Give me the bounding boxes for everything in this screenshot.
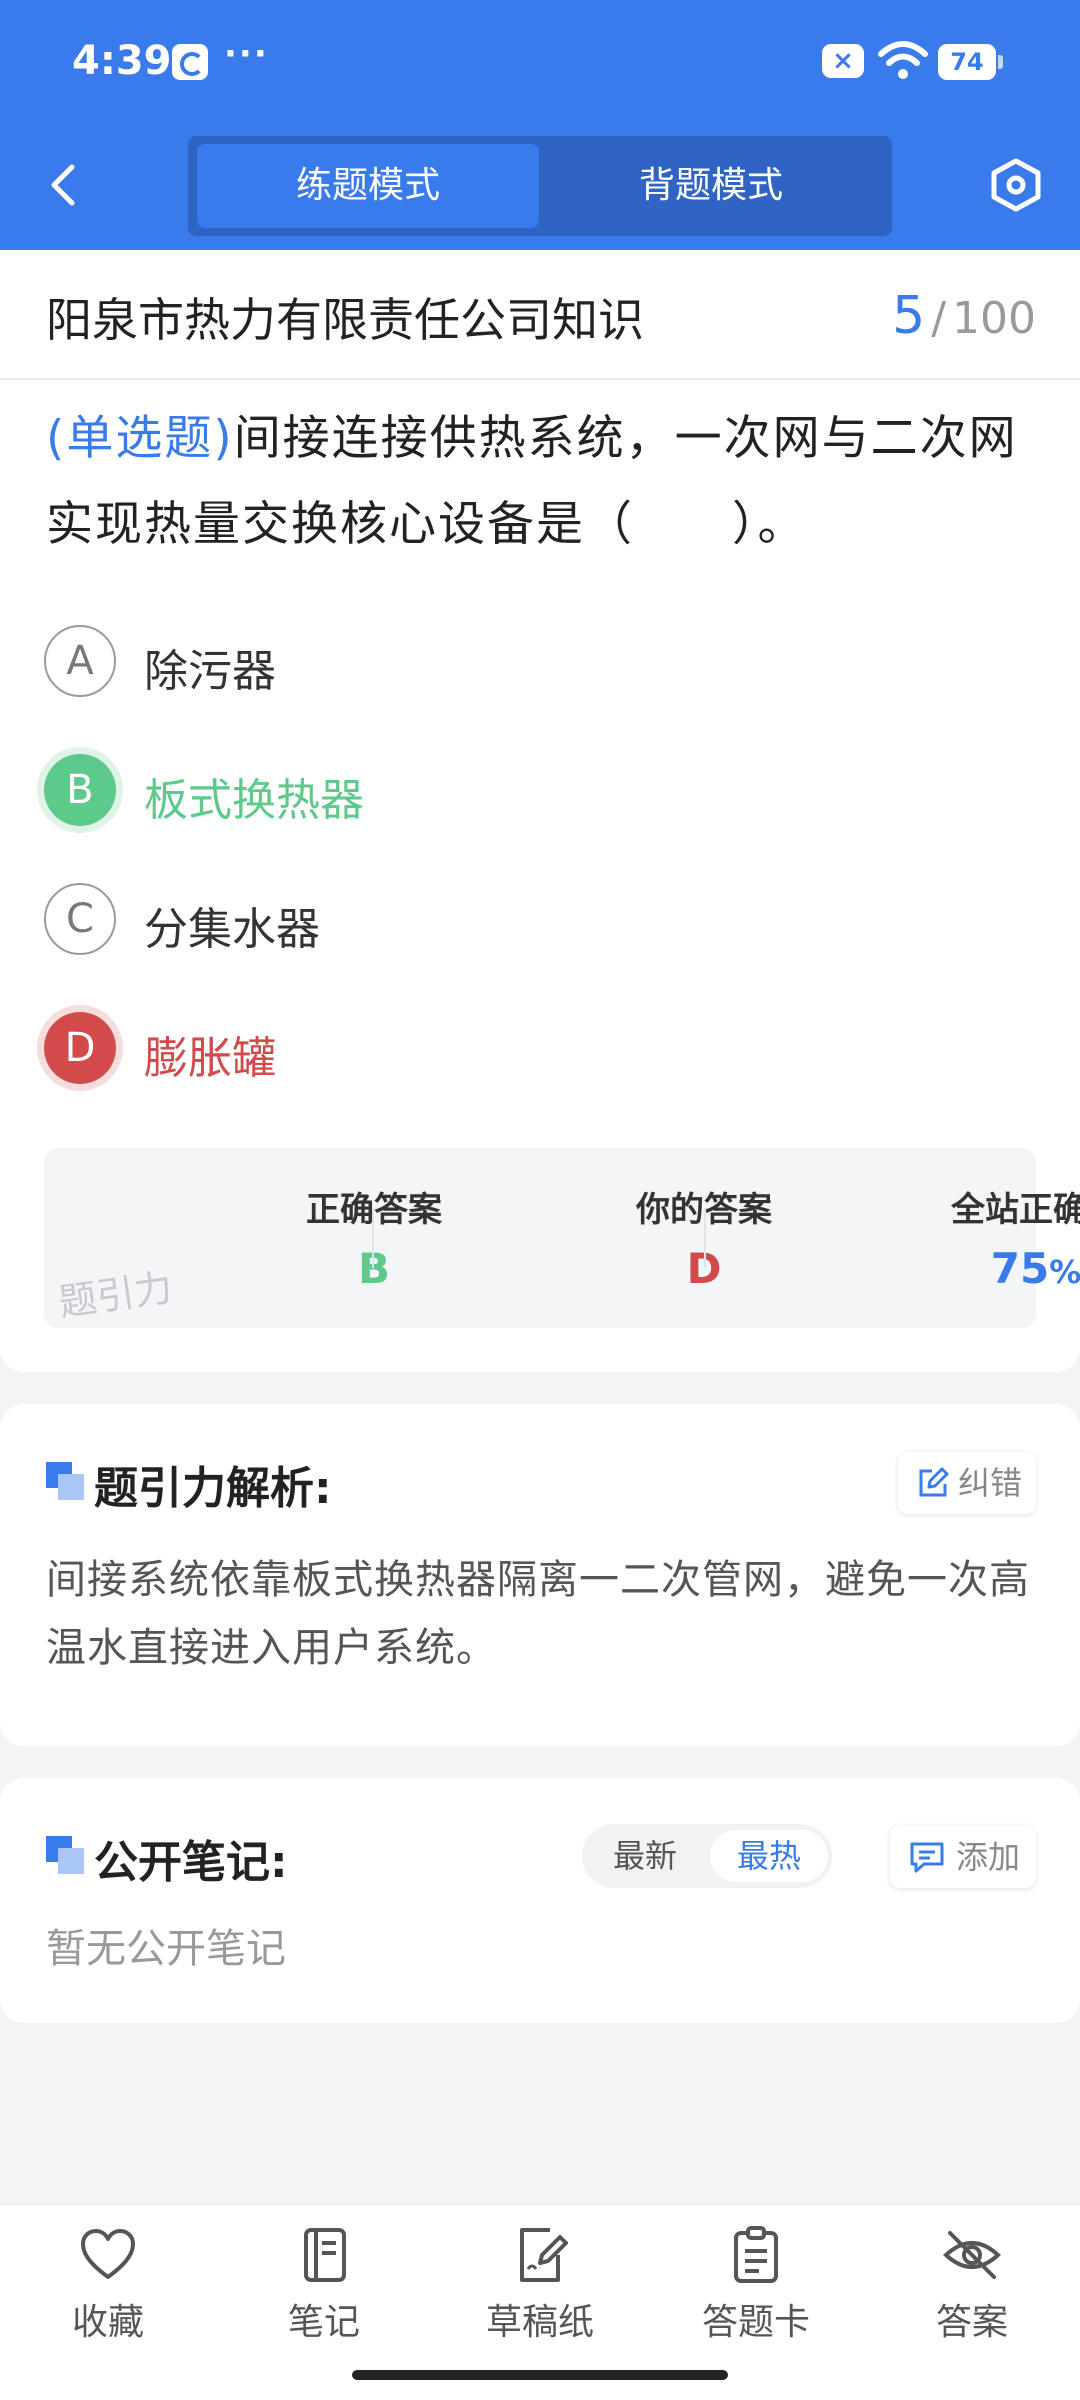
subject-title: 阳泉市热力有限责任公司知识 bbox=[46, 293, 644, 347]
option-letter: D bbox=[44, 1012, 116, 1084]
home-indicator[interactable] bbox=[352, 2370, 728, 2380]
question-progress: 5/100 bbox=[892, 286, 1036, 346]
option-letter: A bbox=[44, 625, 116, 697]
question-text: (单选题)间接连接供热系统，一次网与二次网实现热量交换核心设备是（ ）。 bbox=[46, 396, 1036, 568]
report-error-label: 纠错 bbox=[958, 1464, 1023, 1502]
progress-separator: / bbox=[931, 293, 947, 344]
notes-empty-text: 暂无公开笔记 bbox=[46, 1926, 286, 1972]
battery-icon: 74 bbox=[938, 44, 1003, 80]
eye-off-icon bbox=[943, 2231, 1001, 2279]
add-note-button[interactable]: 添加 bbox=[890, 1826, 1036, 1888]
nav-favorite[interactable]: 收藏 bbox=[28, 2225, 188, 2355]
question-type: (单选题) bbox=[46, 411, 234, 466]
nav-label: 收藏 bbox=[71, 2302, 144, 2343]
notebook-icon bbox=[304, 2228, 346, 2282]
option-letter: C bbox=[44, 883, 116, 955]
analysis-text: 间接系统依靠板式换热器隔离一二次管网，避免一次高温水直接进入用户系统。 bbox=[46, 1557, 1030, 1671]
wifi-icon bbox=[878, 41, 928, 79]
tab-practice-mode[interactable]: 练题模式 bbox=[197, 144, 539, 228]
status-time: 4:39 bbox=[72, 38, 172, 84]
nav-draft[interactable]: 草稿纸 bbox=[460, 2225, 620, 2355]
hexagon-settings-icon bbox=[991, 158, 1041, 212]
edit-icon bbox=[919, 1467, 949, 1497]
comment-icon bbox=[910, 1842, 944, 1873]
answer-stats: 正确答案 B 你的答案 D 全站正确率 75% 题引力 bbox=[44, 1148, 1080, 1328]
status-bar: 4:39 ··· × 74 bbox=[0, 0, 1080, 125]
progress-total: 100 bbox=[952, 293, 1036, 344]
settings-button[interactable] bbox=[988, 155, 1044, 215]
option-text: 板式换热器 bbox=[144, 775, 364, 826]
option-text: 分集水器 bbox=[144, 904, 320, 955]
stat-accuracy-rate: 全站正确率 75% bbox=[706, 1148, 1080, 1328]
nav-notes[interactable]: 笔记 bbox=[244, 2225, 404, 2355]
stat-value: 75% bbox=[871, 1244, 1080, 1293]
question-card: 阳泉市热力有限责任公司知识 5/100 (单选题)间接连接供热系统，一次网与二次… bbox=[0, 250, 1080, 1372]
option-a[interactable]: A 除污器 bbox=[44, 625, 944, 705]
draft-paper-icon bbox=[520, 2228, 568, 2282]
stat-label: 全站正确率 bbox=[951, 1190, 1080, 1230]
top-header: 4:39 ··· × 74 练题模式 背题模式 bbox=[0, 0, 1080, 250]
nav-label: 笔记 bbox=[287, 2302, 360, 2343]
analysis-card: 题引力解析: 纠错 间接系统依靠板式换热器隔离一二次管网，避免一次高温水直接进入… bbox=[0, 1404, 1080, 1746]
progress-current: 5 bbox=[892, 286, 926, 346]
chevron-left-icon bbox=[51, 164, 75, 206]
sort-toggle: 最新 最热 bbox=[582, 1824, 832, 1888]
dnd-icon: × bbox=[822, 44, 864, 78]
app-icon bbox=[172, 44, 208, 80]
back-button[interactable] bbox=[40, 155, 90, 215]
mode-switch: 练题模式 背题模式 bbox=[188, 136, 892, 236]
notes-title: 公开笔记: bbox=[94, 1837, 288, 1888]
more-notifications-icon: ··· bbox=[224, 34, 269, 74]
option-d[interactable]: D 膨胀罐 bbox=[44, 1012, 944, 1092]
section-square-icon bbox=[46, 1836, 86, 1876]
report-error-button[interactable]: 纠错 bbox=[898, 1452, 1036, 1514]
rate-unit: % bbox=[1049, 1253, 1080, 1291]
option-c[interactable]: C 分集水器 bbox=[44, 883, 944, 963]
heart-icon bbox=[81, 2229, 135, 2279]
tab-memorize-mode[interactable]: 背题模式 bbox=[540, 144, 882, 228]
option-letter: B bbox=[44, 754, 116, 826]
option-text: 膨胀罐 bbox=[144, 1033, 276, 1084]
sort-newest[interactable]: 最新 bbox=[586, 1830, 704, 1882]
add-note-label: 添加 bbox=[956, 1838, 1021, 1876]
rate-number: 75 bbox=[990, 1244, 1050, 1293]
notes-card: 公开笔记: 最新 最热 添加 暂无公开笔记 bbox=[0, 1778, 1080, 2023]
option-text: 除污器 bbox=[144, 646, 276, 697]
section-square-icon bbox=[46, 1462, 86, 1502]
answer-sheet-icon bbox=[734, 2226, 778, 2283]
analysis-title: 题引力解析: bbox=[94, 1463, 332, 1514]
nav-label: 答案 bbox=[935, 2302, 1008, 2343]
stat-your-answer: 你的答案 D bbox=[374, 1148, 772, 1328]
nav-answer[interactable]: 答案 bbox=[892, 2225, 1052, 2355]
nav-label: 草稿纸 bbox=[485, 2302, 594, 2343]
option-b[interactable]: B 板式换热器 bbox=[44, 754, 944, 834]
sort-hottest[interactable]: 最热 bbox=[710, 1830, 828, 1882]
nav-answer-sheet[interactable]: 答题卡 bbox=[676, 2225, 836, 2355]
nav-label: 答题卡 bbox=[701, 2302, 810, 2343]
subject-row: 阳泉市热力有限责任公司知识 5/100 bbox=[0, 250, 1080, 380]
